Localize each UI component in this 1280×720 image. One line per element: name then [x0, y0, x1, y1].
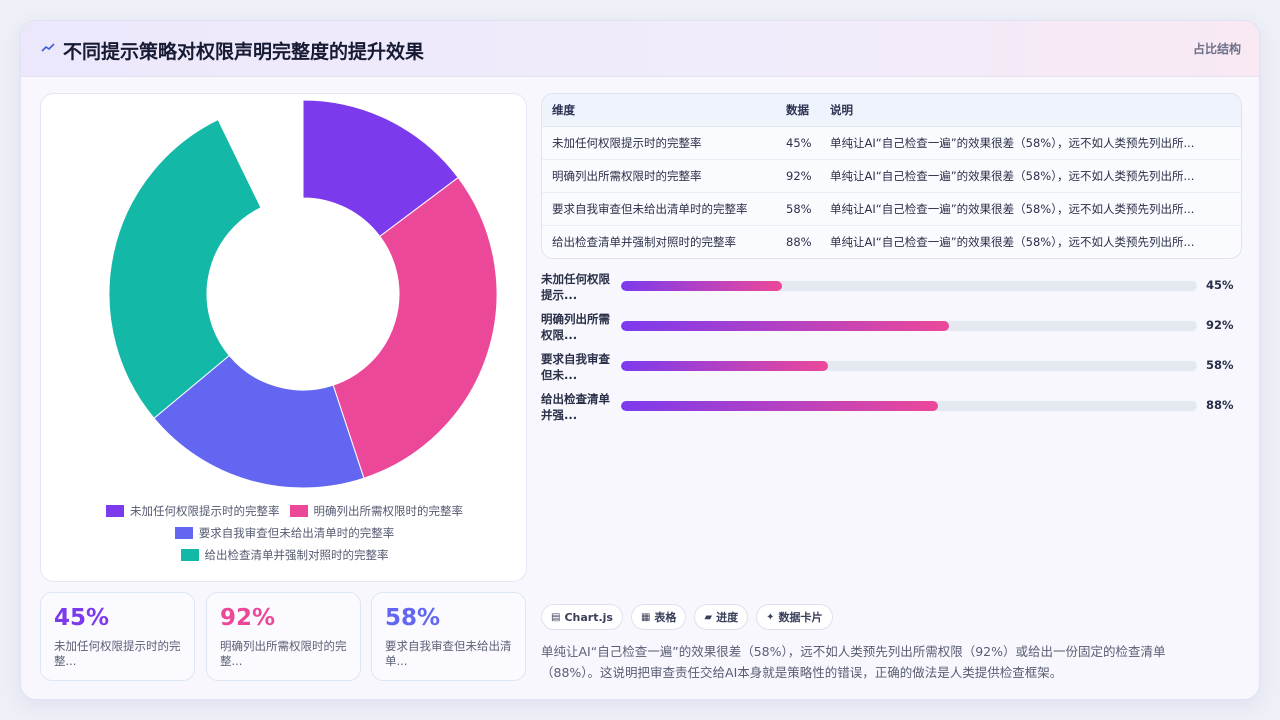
legend-label: 给出检查清单并强制对照时的完整率	[204, 548, 389, 562]
legend-item[interactable]: 未加任何权限提示时的完整率	[106, 503, 280, 519]
table-header-row: 维度 数据 说明	[542, 94, 1241, 127]
table-cell: 单纯让AI“自己检查一遍”的效果很差（58%），远不如人类预先列出所...	[830, 169, 1195, 183]
legend-label: 要求自我审查但未给出清单时的完整率	[198, 526, 395, 540]
donut-panel: 未加任何权限提示时的完整率 明确列出所需权限时的完整率 要求自我审查但未给出清单…	[40, 93, 527, 582]
table-header-cell: 说明	[830, 103, 853, 117]
data-table: 维度 数据 说明 未加任何权限提示时的完整率 45% 单纯让AI“自己检查一遍”…	[541, 93, 1242, 259]
table-row: 给出检查清单并强制对照时的完整率 88% 单纯让AI“自己检查一遍”的效果很差（…	[542, 226, 1241, 258]
progress-fill	[621, 401, 938, 411]
progress-row: 明确列出所需权限... 92%	[541, 309, 1242, 349]
table-cell: 未加任何权限提示时的完整率	[552, 136, 702, 150]
stat-value: 45%	[54, 605, 110, 631]
chart-icon: ▤	[551, 611, 561, 623]
chip-label: 数据卡片	[778, 611, 823, 624]
progress-fill	[621, 361, 829, 371]
progress-fill	[621, 281, 783, 291]
chip-data-card[interactable]: ✦ 数据卡片	[756, 604, 833, 630]
stat-card: 58% 要求自我审查但未给出清单...	[371, 592, 526, 681]
table-cell: 45%	[786, 136, 812, 150]
progress-value: 92%	[1206, 318, 1234, 332]
table-cell: 单纯让AI“自己检查一遍”的效果很差（58%），远不如人类预先列出所...	[830, 136, 1195, 150]
progress-label: 给出检查清单并强...	[541, 392, 610, 422]
legend-swatch	[289, 505, 308, 517]
progress-value: 88%	[1206, 398, 1234, 412]
progress-track	[621, 281, 1197, 291]
legend-item[interactable]: 要求自我审查但未给出清单时的完整率	[174, 525, 395, 541]
progress-value: 58%	[1206, 358, 1234, 372]
progress-track	[621, 321, 1197, 331]
card-icon: ✦	[766, 611, 775, 623]
table-cell: 88%	[786, 235, 812, 249]
chip-label: Chart.js	[564, 610, 613, 624]
table-cell: 给出检查清单并强制对照时的完整率	[552, 235, 736, 249]
progress-label: 未加任何权限提示...	[541, 272, 610, 302]
progress-row: 未加任何权限提示... 45%	[541, 269, 1242, 309]
legend-label: 明确列出所需权限时的完整率	[313, 504, 464, 518]
progress-list: 未加任何权限提示... 45% 明确列出所需权限... 92% 要求自我审查但未…	[541, 269, 1242, 439]
stat-value: 58%	[385, 605, 441, 631]
stat-label: 未加任何权限提示时的完整...	[54, 639, 181, 668]
progress-value: 45%	[1206, 278, 1234, 292]
donut-slice[interactable]	[332, 176, 498, 479]
progress-row: 给出检查清单并强... 88%	[541, 389, 1242, 429]
summary-text: 单纯让AI“自己检查一遍”的效果很差（58%），远不如人类预先列出所需权限（92…	[541, 644, 1166, 680]
progress-icon: ▰	[704, 611, 713, 623]
page-title: 不同提示策略对权限声明完整度的提升效果	[63, 41, 425, 63]
chart-legend: 未加任何权限提示时的完整率 明确列出所需权限时的完整率 要求自我审查但未给出清单…	[41, 500, 528, 566]
table-cell: 单纯让AI“自己检查一遍”的效果很差（58%），远不如人类预先列出所...	[830, 235, 1195, 249]
progress-label: 明确列出所需权限...	[541, 312, 610, 342]
table-cell: 要求自我审查但未给出清单时的完整率	[552, 202, 748, 216]
table-cell: 58%	[786, 202, 812, 216]
table-row: 要求自我审查但未给出清单时的完整率 58% 单纯让AI“自己检查一遍”的效果很差…	[542, 193, 1241, 226]
legend-item[interactable]: 给出检查清单并强制对照时的完整率	[180, 547, 389, 563]
legend-swatch	[106, 505, 124, 517]
progress-track	[621, 401, 1197, 411]
legend-label: 未加任何权限提示时的完整率	[130, 504, 280, 518]
trend-icon	[41, 43, 55, 52]
header: 不同提示策略对权限声明完整度的提升效果 占比结构	[21, 21, 1259, 77]
table-header-cell: 维度	[552, 103, 575, 117]
progress-fill	[621, 321, 950, 331]
table-cell: 单纯让AI“自己检查一遍”的效果很差（58%），远不如人类预先列出所...	[830, 202, 1195, 216]
legend-swatch	[174, 527, 193, 539]
table-header-cell: 数据	[786, 103, 809, 117]
table-cell: 92%	[786, 169, 812, 183]
progress-label: 要求自我审查但未...	[541, 352, 610, 382]
table-cell: 明确列出所需权限时的完整率	[552, 169, 702, 183]
chip-progress[interactable]: ▰ 进度	[694, 604, 749, 630]
progress-track	[621, 361, 1197, 371]
feature-chips: ▤ Chart.js ▦ 表格 ▰ 进度 ✦ 数据卡片	[541, 604, 833, 630]
chip-label: 进度	[716, 611, 739, 624]
stat-value: 92%	[220, 605, 276, 631]
stat-card: 92% 明确列出所需权限时的完整...	[206, 592, 361, 681]
stat-label: 要求自我审查但未给出清单...	[385, 639, 512, 668]
donut-chart	[108, 99, 498, 489]
progress-row: 要求自我审查但未... 58%	[541, 349, 1242, 389]
legend-swatch	[180, 549, 199, 561]
table-row: 未加任何权限提示时的完整率 45% 单纯让AI“自己检查一遍”的效果很差（58%…	[542, 127, 1241, 160]
chip-table[interactable]: ▦ 表格	[630, 604, 687, 630]
table-row: 明确列出所需权限时的完整率 92% 单纯让AI“自己检查一遍”的效果很差（58%…	[542, 160, 1241, 193]
stat-card: 45% 未加任何权限提示时的完整...	[40, 592, 195, 681]
chip-chartjs[interactable]: ▤ Chart.js	[541, 604, 623, 630]
section-tag: 占比结构	[1192, 42, 1241, 56]
chip-label: 表格	[654, 611, 677, 624]
table-icon: ▦	[640, 611, 651, 623]
legend-item[interactable]: 明确列出所需权限时的完整率	[289, 503, 464, 519]
report-card: 不同提示策略对权限声明完整度的提升效果 占比结构 未加任何权限提示时的完整率 明…	[20, 20, 1260, 700]
stat-label: 明确列出所需权限时的完整...	[220, 639, 347, 668]
